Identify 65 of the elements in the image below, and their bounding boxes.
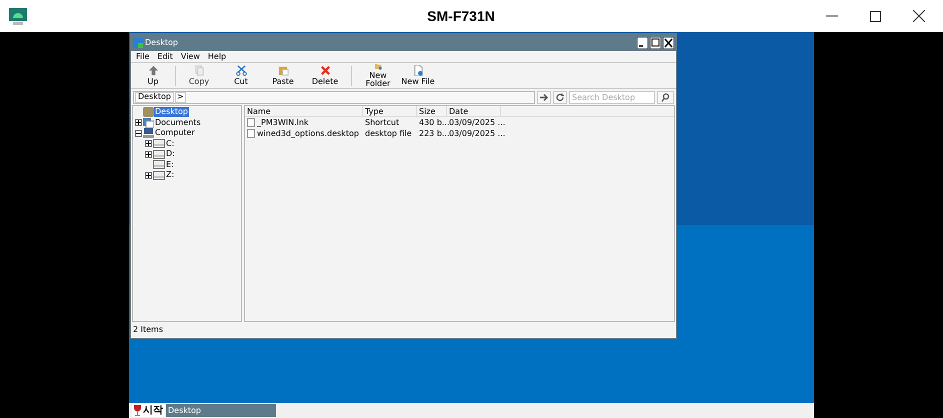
search-field[interactable]: Search Desktop <box>569 90 655 104</box>
tree-item[interactable]: Z: <box>165 170 176 180</box>
new-folder-icon <box>372 63 384 70</box>
table-cell-text: desktop file <box>364 130 413 138</box>
column-header[interactable]: Size <box>417 106 447 116</box>
drive-icon <box>153 139 165 148</box>
menu-item[interactable]: Edit <box>157 52 173 60</box>
maximize-icon[interactable] <box>870 10 881 22</box>
up-arrow-icon <box>148 65 158 76</box>
window-title: SM-F731N <box>426 6 496 26</box>
start-button[interactable]: 시작 <box>132 404 165 417</box>
table-cell-text: 223 b... <box>418 130 447 138</box>
breadcrumb-button[interactable]: Desktop <box>135 92 174 102</box>
copy-icon <box>194 65 204 76</box>
tree-item[interactable]: Desktop <box>154 107 189 118</box>
expand-toggle[interactable] <box>144 172 152 179</box>
tree-item[interactable]: C: <box>165 138 176 149</box>
tree-item[interactable]: E: <box>165 160 175 170</box>
table-cell: _PM3WIN.lnk <box>257 118 309 126</box>
window-title: Desktop <box>145 36 179 48</box>
taskbar-task[interactable]: Desktop <box>166 404 276 417</box>
maximize-icon[interactable] <box>650 36 661 48</box>
collapse-toggle[interactable] <box>134 130 142 137</box>
search-icon[interactable] <box>657 90 674 104</box>
computer-icon <box>143 128 154 138</box>
tree-item[interactable]: Computer <box>154 128 196 138</box>
column-header[interactable]: Date <box>447 106 501 116</box>
minimize-icon[interactable] <box>637 36 648 48</box>
expand-toggle[interactable] <box>144 150 152 158</box>
table-cell: wined3d_options.desktop <box>257 130 359 138</box>
toolbar-button[interactable]: Delete <box>302 63 348 88</box>
scissors-icon <box>236 65 246 76</box>
toolbar-button[interactable]: Up <box>135 63 171 88</box>
toolbar-button[interactable]: New File <box>400 63 436 88</box>
documents-icon <box>143 118 154 128</box>
menu-item[interactable]: File <box>136 52 150 60</box>
expand-toggle[interactable] <box>134 119 142 126</box>
column-header[interactable]: Type <box>363 106 417 116</box>
go-arrow-icon[interactable] <box>537 90 551 104</box>
drive-icon <box>153 170 165 180</box>
expand-toggle[interactable] <box>144 140 152 148</box>
table-cell-text: Shortcut <box>364 118 400 126</box>
close-icon[interactable] <box>913 10 925 22</box>
tree-item[interactable]: D: <box>165 149 176 160</box>
wine-glass-icon <box>134 405 141 416</box>
clipboard-icon <box>278 65 288 76</box>
window-app-icon <box>133 38 143 48</box>
menu-item[interactable]: View <box>180 52 200 60</box>
toolbar-button[interactable]: New Folder <box>356 63 400 88</box>
table-cell-text: 430 b... <box>418 118 447 126</box>
address-bar[interactable]: Desktop > <box>133 90 535 104</box>
delete-x-icon <box>320 65 330 76</box>
drive-icon <box>153 150 165 159</box>
toolbar-button[interactable]: Paste <box>264 63 302 88</box>
new-file-icon <box>412 65 424 76</box>
android-monitor-icon <box>8 6 28 26</box>
column-header[interactable]: Name <box>245 106 363 116</box>
drive-icon <box>153 160 165 170</box>
refresh-icon[interactable] <box>553 90 567 104</box>
close-icon[interactable] <box>663 36 674 48</box>
toolbar-button[interactable]: Cut <box>218 63 264 88</box>
status-text: 2 Items <box>133 326 164 334</box>
desktop-icon <box>143 107 154 118</box>
menu-item[interactable]: Help <box>208 52 226 60</box>
tree-item[interactable]: Documents <box>154 118 202 128</box>
